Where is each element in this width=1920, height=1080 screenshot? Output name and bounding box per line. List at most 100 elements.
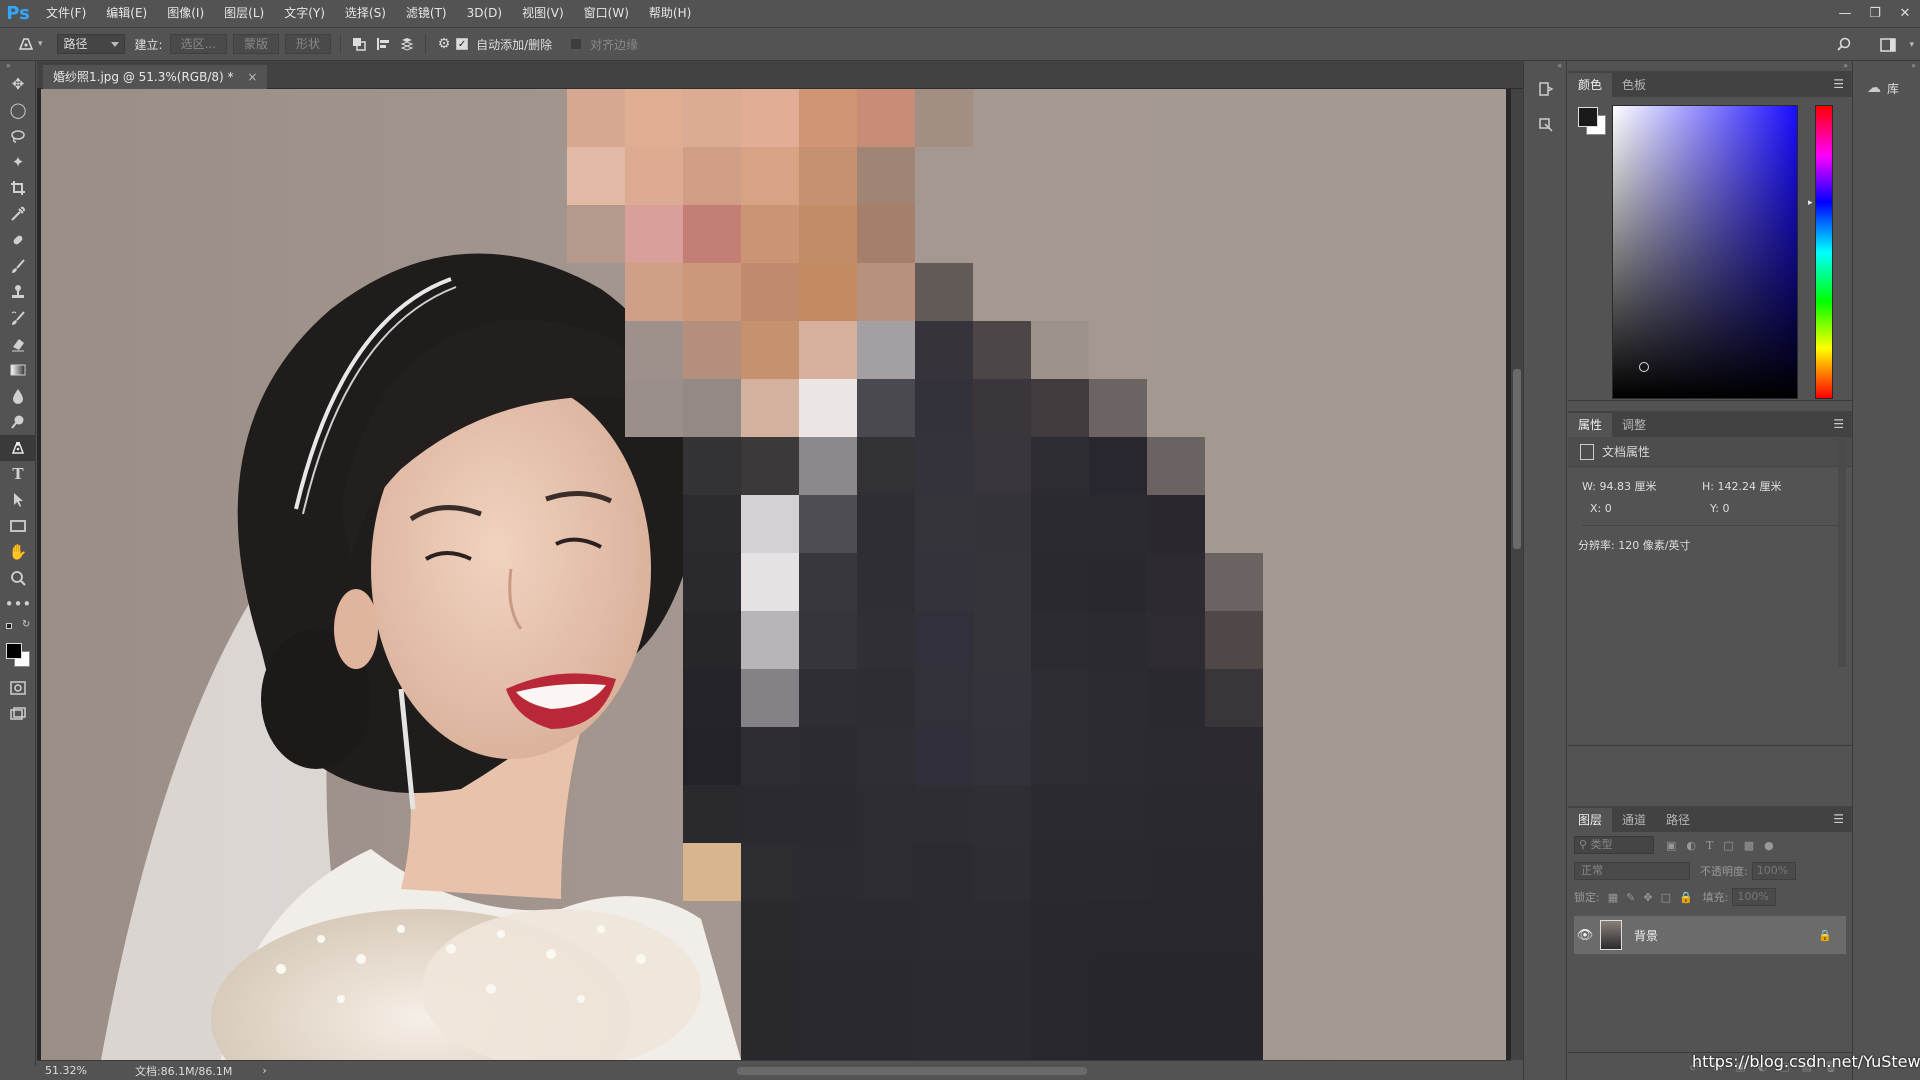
library-button[interactable]: ☁ 库 xyxy=(1853,75,1920,101)
swap-colors-icon[interactable]: ↻ xyxy=(22,619,30,630)
blur-tool-icon[interactable] xyxy=(0,383,36,409)
search-icon[interactable] xyxy=(1832,33,1856,57)
panel-menu-icon[interactable]: ☰ xyxy=(1833,417,1844,431)
layer-name[interactable]: 背景 xyxy=(1634,927,1658,944)
panel-collapse-icon[interactable]: » xyxy=(1568,61,1852,71)
default-colors-icon[interactable] xyxy=(6,623,12,629)
lock-image-icon[interactable]: ✎ xyxy=(1626,891,1635,904)
rectangle-tool-icon[interactable] xyxy=(0,513,36,539)
pixel-filter-icon[interactable]: ▣ xyxy=(1666,839,1676,852)
library-collapse-icon[interactable]: » xyxy=(1853,61,1920,71)
layer-filter-select[interactable]: ⚲ 类型 xyxy=(1574,836,1654,854)
marquee-tool-icon[interactable]: ◯ xyxy=(0,97,36,123)
tab-paths[interactable]: 路径 xyxy=(1656,808,1700,832)
gear-icon[interactable]: ⚙ xyxy=(432,32,456,56)
smart-object-filter-icon[interactable]: ▩ xyxy=(1744,839,1754,852)
pen-tool-preset-icon[interactable] xyxy=(14,32,38,56)
filter-toggle-icon[interactable]: ● xyxy=(1764,839,1774,852)
type-filter-icon[interactable]: T xyxy=(1706,839,1713,852)
zoom-tool-icon[interactable] xyxy=(0,565,36,591)
menu-view[interactable]: 视图(V) xyxy=(512,0,574,27)
clone-stamp-tool-icon[interactable] xyxy=(0,279,36,305)
tab-swatches[interactable]: 色板 xyxy=(1612,73,1656,97)
properties-panel-icon[interactable] xyxy=(1524,107,1568,143)
pen-tool-icon[interactable] xyxy=(0,435,36,461)
lock-artboard-icon[interactable]: □ xyxy=(1661,891,1671,904)
minimize-icon[interactable]: — xyxy=(1830,0,1860,27)
tab-channels[interactable]: 通道 xyxy=(1612,808,1656,832)
tab-layers[interactable]: 图层 xyxy=(1568,808,1613,832)
workspace-icon[interactable] xyxy=(1876,33,1900,57)
status-menu-arrow-icon[interactable]: › xyxy=(262,1064,266,1077)
document-image[interactable] xyxy=(41,89,1506,1060)
opacity-input[interactable]: 100% xyxy=(1751,862,1796,880)
magic-wand-tool-icon[interactable]: ✦ xyxy=(0,149,36,175)
expand-panel-icon[interactable]: « xyxy=(1524,61,1566,71)
menu-layer[interactable]: 图层(L) xyxy=(214,0,274,27)
tab-color[interactable]: 颜色 xyxy=(1568,73,1613,97)
visibility-eye-icon[interactable]: 👁 xyxy=(1574,928,1596,943)
path-operations-icon[interactable] xyxy=(347,32,371,56)
menu-filter[interactable]: 滤镜(T) xyxy=(396,0,457,27)
menu-help[interactable]: 帮助(H) xyxy=(639,0,701,27)
properties-scrollbar[interactable] xyxy=(1838,437,1846,667)
path-arrangement-icon[interactable] xyxy=(395,32,419,56)
align-edges-checkbox[interactable] xyxy=(570,38,583,50)
menu-image[interactable]: 图像(I) xyxy=(157,0,214,27)
move-tool-icon[interactable]: ✥ xyxy=(0,71,36,97)
make-selection-button[interactable]: 选区... xyxy=(169,34,228,54)
pen-mode-select[interactable]: 路径 xyxy=(56,34,125,54)
panel-menu-icon[interactable]: ☰ xyxy=(1833,77,1844,91)
workspace-dropdown-arrow-icon[interactable]: ▾ xyxy=(1909,40,1914,50)
menu-file[interactable]: 文件(F) xyxy=(36,0,96,27)
layer-row-background[interactable]: 👁 背景 🔒 xyxy=(1574,916,1846,954)
adjustment-filter-icon[interactable]: ◐ xyxy=(1686,839,1696,852)
canvas-area[interactable] xyxy=(37,89,1511,1060)
collapse-panel-icon[interactable]: » xyxy=(0,61,35,71)
scrollbar-thumb[interactable] xyxy=(1513,369,1521,549)
menu-edit[interactable]: 编辑(E) xyxy=(96,0,157,27)
shape-filter-icon[interactable]: □ xyxy=(1723,839,1733,852)
gradient-tool-icon[interactable] xyxy=(0,357,36,383)
menu-window[interactable]: 窗口(W) xyxy=(574,0,639,27)
hue-slider-handle-icon[interactable]: ▸ xyxy=(1808,198,1813,208)
auto-add-delete-checkbox[interactable]: ✓ xyxy=(456,38,469,50)
lock-position-icon[interactable]: ✥ xyxy=(1643,891,1652,904)
hand-tool-icon[interactable]: ✋ xyxy=(0,539,36,565)
document-tab[interactable]: 婚纱照1.jpg @ 51.3%(RGB/8) * × xyxy=(43,65,268,89)
lock-all-icon[interactable]: 🔒 xyxy=(1679,891,1693,904)
preset-dropdown-arrow-icon[interactable]: ▾ xyxy=(38,39,43,49)
panel-menu-icon[interactable]: ☰ xyxy=(1833,812,1844,826)
healing-brush-tool-icon[interactable] xyxy=(0,227,36,253)
menu-type[interactable]: 文字(Y) xyxy=(274,0,335,27)
vertical-scrollbar[interactable] xyxy=(1511,89,1523,1060)
lasso-tool-icon[interactable] xyxy=(0,123,36,149)
close-icon[interactable]: ✕ xyxy=(1890,0,1920,27)
tab-properties[interactable]: 属性 xyxy=(1568,413,1613,437)
type-tool-icon[interactable]: T xyxy=(0,461,36,487)
color-picker-marker[interactable] xyxy=(1639,362,1649,372)
path-alignment-icon[interactable] xyxy=(371,32,395,56)
screen-mode-icon[interactable] xyxy=(0,701,36,727)
hue-slider[interactable] xyxy=(1815,105,1833,399)
close-tab-icon[interactable]: × xyxy=(247,70,257,84)
quick-mask-icon[interactable] xyxy=(0,675,36,701)
make-shape-button[interactable]: 形状 xyxy=(285,34,332,54)
dodge-tool-icon[interactable] xyxy=(0,409,36,435)
history-panel-icon[interactable] xyxy=(1524,71,1568,107)
fill-input[interactable]: 100% xyxy=(1732,888,1777,906)
tab-adjustments[interactable]: 调整 xyxy=(1612,413,1656,437)
more-tools-icon[interactable]: ••• xyxy=(0,591,36,617)
foreground-swatch[interactable] xyxy=(1578,107,1598,127)
restore-icon[interactable]: ❐ xyxy=(1860,0,1890,27)
zoom-level[interactable]: 51.32% xyxy=(45,1064,87,1077)
eraser-tool-icon[interactable] xyxy=(0,331,36,357)
foreground-color-swatch[interactable] xyxy=(6,643,22,659)
make-mask-button[interactable]: 蒙版 xyxy=(233,34,280,54)
menu-select[interactable]: 选择(S) xyxy=(335,0,396,27)
menu-3d[interactable]: 3D(D) xyxy=(457,0,512,27)
lock-transparent-icon[interactable]: ▦ xyxy=(1608,891,1618,904)
brush-tool-icon[interactable] xyxy=(0,253,36,279)
eyedropper-tool-icon[interactable] xyxy=(0,201,36,227)
color-field[interactable] xyxy=(1612,105,1798,399)
